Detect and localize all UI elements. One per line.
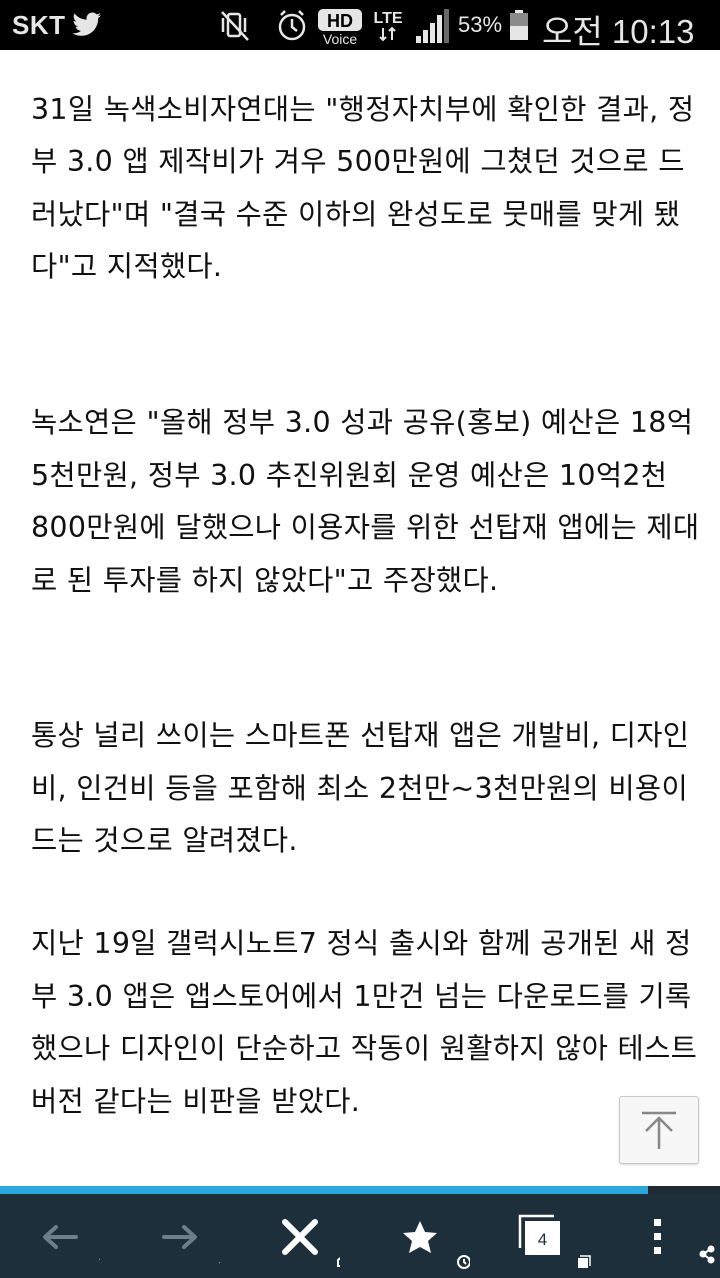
article-paragraph: 녹소연은 "올해 정부 3.0 성과 공유(홍보) 예산은 18억5천만원, 정… [31, 406, 700, 597]
close-button[interactable] [260, 1194, 340, 1278]
page-progress-bar [0, 1186, 720, 1194]
close-icon [282, 1219, 318, 1255]
share-icon [699, 1245, 715, 1264]
status-icons: HD Voice LTE [221, 9, 449, 46]
status-bar: SKT HD Voice LTE 53% 오전 10:13 [0, 0, 720, 50]
battery-percent: 53% [458, 12, 503, 37]
article-paragraph: 31일 녹색소비자연대는 "행정자치부에 확인한 결과, 정부 3.0 앱 제작… [31, 93, 695, 284]
browser-toolbar: 4 [0, 1194, 720, 1278]
tab-count: 4 [537, 1230, 548, 1249]
signal-icon [416, 9, 449, 43]
article-paragraph: 지난 19일 갤럭시노트7 정식 출시와 함께 공개된 새 정부 3.0 앱은 … [31, 927, 698, 1118]
menu-button[interactable] [620, 1194, 720, 1278]
scroll-to-top-button[interactable] [619, 1096, 699, 1164]
lte-label: LTE [373, 10, 402, 27]
hd-label: HD [327, 11, 353, 31]
star-icon [403, 1221, 437, 1253]
clock-small-icon [457, 1255, 470, 1269]
twitter-icon [72, 12, 101, 36]
tabs-button[interactable]: 4 [514, 1194, 591, 1278]
carrier-label: SKT [12, 10, 66, 40]
back-button[interactable] [20, 1194, 100, 1278]
battery-icon [510, 10, 528, 40]
forward-arrow-icon [162, 1225, 197, 1249]
alarm-icon [278, 10, 306, 41]
home-icon [337, 1257, 340, 1267]
back-arrow-icon [43, 1225, 78, 1249]
forward-button[interactable] [140, 1194, 220, 1278]
page-progress-fill [0, 1186, 648, 1194]
bookmark-button[interactable] [380, 1194, 470, 1278]
voice-label: Voice [323, 31, 357, 46]
vibrate-off-icon [221, 11, 249, 41]
article-paragraph: 통상 널리 쓰이는 스마트폰 선탑재 앱은 개발비, 디자인비, 인건비 등을 … [31, 719, 690, 858]
more-vertical-icon [654, 1219, 661, 1254]
arrow-up-icon [642, 1111, 676, 1149]
tab-small-icon [578, 1255, 591, 1268]
clock: 오전 10:13 [542, 13, 695, 50]
